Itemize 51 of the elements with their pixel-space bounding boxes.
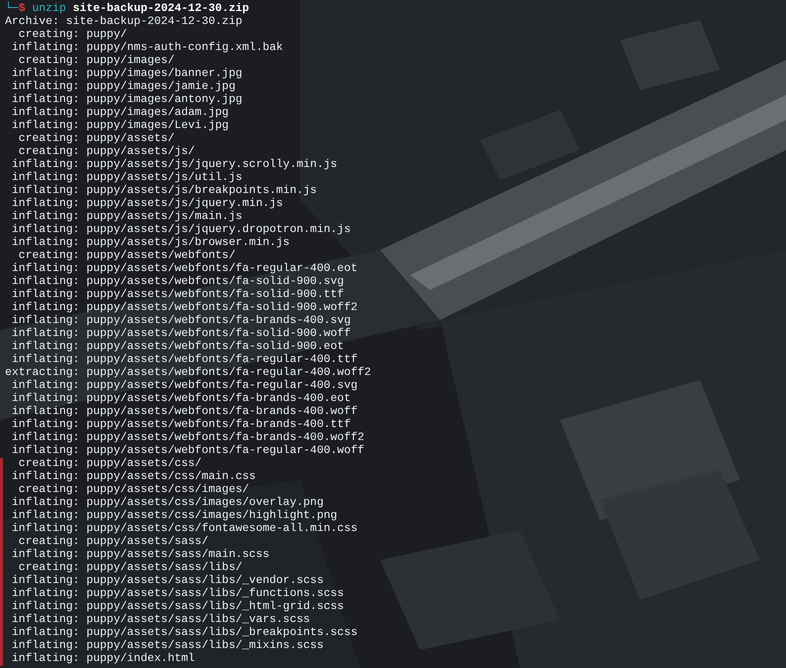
output-line: inflating: puppy/assets/webfonts/fa-regular-400.svg xyxy=(10,380,358,392)
output-line: inflating: puppy/assets/webfonts/fa-solid-900.svg xyxy=(10,276,344,288)
output-line: creating: puppy/assets/webfonts/ xyxy=(18,250,236,262)
command-prompt: └─$ unzip site-backup-2024-12-30.zip xyxy=(4,3,250,16)
output-line: inflating: puppy/assets/js/util.js xyxy=(10,172,242,184)
output-line: inflating: puppy/images/Levi.jpg xyxy=(10,120,229,132)
output-line: inflating: puppy/assets/webfonts/fa-solid-900.eot xyxy=(10,341,344,354)
output-line: creating: puppy/assets/sass/libs/ xyxy=(18,562,242,574)
archive-line: Archive: site-backup-2024-12-30.zip xyxy=(4,16,242,28)
output-line: inflating: puppy/images/antony.jpg xyxy=(10,94,242,106)
output-line: inflating: puppy/assets/js/browser.min.js xyxy=(10,237,290,250)
output-line: inflating: puppy/assets/js/jquery.scrolly.min.js xyxy=(10,159,338,172)
output-line: inflating: puppy/assets/webfonts/fa-brands-400.eot xyxy=(10,393,351,406)
output-line: inflating: puppy/assets/webfonts/fa-brands-400.woff2 xyxy=(10,432,364,444)
output-line: inflating: puppy/assets/sass/libs/_mixins.scss xyxy=(10,640,324,652)
output-line: creating: puppy/assets/css/images/ xyxy=(18,484,250,496)
output-line: creating: puppy/assets/css/ xyxy=(18,458,202,470)
output-line: inflating: puppy/assets/webfonts/fa-brands-400.svg xyxy=(10,315,351,328)
output-line: creating: puppy/ xyxy=(18,29,128,42)
output-line: inflating: puppy/assets/css/images/overlay.png xyxy=(10,497,324,510)
output-line: inflating: puppy/assets/sass/libs/_vendor.scss xyxy=(10,575,324,588)
output-line: inflating: puppy/images/jamie.jpg xyxy=(10,81,236,94)
output-line: inflating: puppy/assets/webfonts/fa-solid-900.woff2 xyxy=(10,302,358,314)
output-line: inflating: puppy/images/banner.jpg xyxy=(10,68,242,80)
output-line: inflating: puppy/assets/webfonts/fa-brands-400.ttf xyxy=(10,419,351,432)
output-line: inflating: puppy/assets/js/jquery.dropotron.min.js xyxy=(10,224,351,236)
output-line: creating: puppy/images/ xyxy=(18,55,174,68)
output-line: inflating: puppy/assets/sass/libs/_breakpoints.scss xyxy=(10,627,358,640)
output-line: creating: puppy/assets/ xyxy=(18,133,174,146)
output-line: inflating: puppy/assets/sass/main.scss xyxy=(10,549,270,562)
output-line: inflating: puppy/assets/webfonts/fa-solid-900.woff xyxy=(10,328,351,340)
output-line: inflating: puppy/assets/webfonts/fa-regular-400.ttf xyxy=(10,354,358,366)
output-line: inflating: puppy/nms-auth-config.xml.bak xyxy=(10,42,283,54)
output-line: inflating: puppy/assets/webfonts/fa-regular-400.eot xyxy=(10,263,358,276)
output-line: inflating: puppy/assets/js/breakpoints.min.js xyxy=(10,185,317,198)
output-line: inflating: puppy/assets/sass/libs/_vars.scss xyxy=(10,614,310,626)
output-line: extracting: puppy/assets/webfonts/fa-regular-400.woff2 xyxy=(5,367,372,380)
output-line: inflating: puppy/images/adam.jpg xyxy=(10,107,229,120)
output-line: inflating: puppy/assets/webfonts/fa-brands-400.woff xyxy=(10,406,358,418)
output-line: creating: puppy/assets/sass/ xyxy=(18,536,208,548)
output-line: inflating: puppy/assets/js/main.js xyxy=(10,211,242,224)
output-line: inflating: puppy/assets/js/jquery.min.js xyxy=(10,198,283,210)
output-line: inflating: puppy/assets/webfonts/fa-regular-400.woff xyxy=(10,445,364,458)
output-line: creating: puppy/assets/js/ xyxy=(18,146,195,158)
output-line: inflating: puppy/assets/webfonts/fa-solid-900.ttf xyxy=(10,289,344,302)
output-line: inflating: puppy/index.html xyxy=(10,653,195,666)
output-line: inflating: puppy/assets/css/images/highlight.png xyxy=(10,510,338,522)
output-line: inflating: puppy/assets/sass/libs/_functions.scss xyxy=(10,588,344,600)
output-line: inflating: puppy/assets/sass/libs/_html-grid.scss xyxy=(10,601,344,614)
output-line: inflating: puppy/assets/css/fontawesome-all.min.css xyxy=(10,523,358,536)
output-line: inflating: puppy/assets/css/main.css xyxy=(10,471,256,484)
